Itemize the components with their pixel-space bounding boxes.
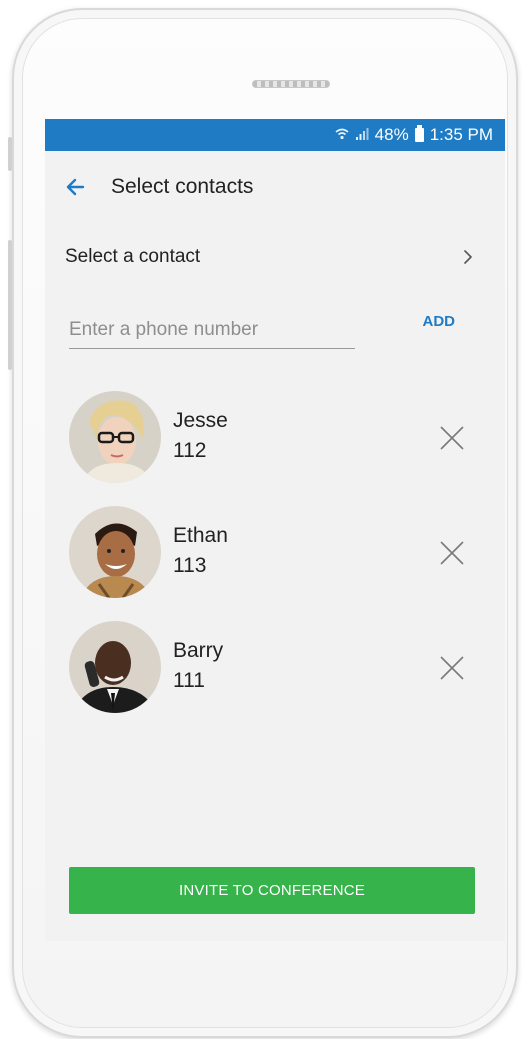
close-icon[interactable] [439, 425, 465, 451]
signal-icon [355, 127, 369, 144]
phone-number-input[interactable] [69, 313, 355, 349]
phone-entry-row: ADD [45, 291, 505, 391]
arrow-left-icon[interactable] [63, 175, 93, 199]
contact-name: Ethan [173, 524, 228, 547]
volume-button [8, 137, 12, 171]
contact-number: 113 [173, 554, 207, 577]
app-screen: 48% 1:35 PM Select contacts Select a con… [45, 119, 505, 941]
select-contact-row[interactable]: Select a contact [45, 223, 505, 291]
avatar [69, 391, 161, 483]
chevron-right-icon [461, 248, 475, 266]
status-time: 1:35 PM [429, 125, 493, 144]
invite-to-conference-button[interactable]: INVITE TO CONFERENCE [69, 867, 475, 914]
speaker-grille [252, 80, 330, 88]
battery-percent: 48% [374, 125, 409, 144]
contact-row: Ethan 113 [45, 506, 505, 621]
close-icon[interactable] [439, 540, 465, 566]
contact-row: Jesse 112 [45, 391, 505, 506]
wifi-icon [335, 127, 349, 144]
contact-row: Barry 111 [45, 621, 505, 736]
select-contact-label: Select a contact [65, 246, 201, 267]
status-bar: 48% 1:35 PM [45, 119, 505, 151]
close-icon[interactable] [439, 655, 465, 681]
add-button[interactable]: ADD [423, 313, 456, 330]
contact-number: 111 [173, 669, 205, 692]
app-header: Select contacts [45, 151, 505, 223]
avatar [69, 621, 161, 713]
contact-name: Barry [173, 639, 224, 662]
page-title: Select contacts [111, 175, 254, 198]
battery-icon [414, 125, 424, 142]
contact-name: Jesse [173, 409, 228, 432]
contact-number: 112 [173, 439, 207, 462]
avatar [69, 506, 161, 598]
side-button [8, 240, 12, 370]
device-mockup: 48% 1:35 PM Select contacts Select a con… [0, 0, 526, 1039]
